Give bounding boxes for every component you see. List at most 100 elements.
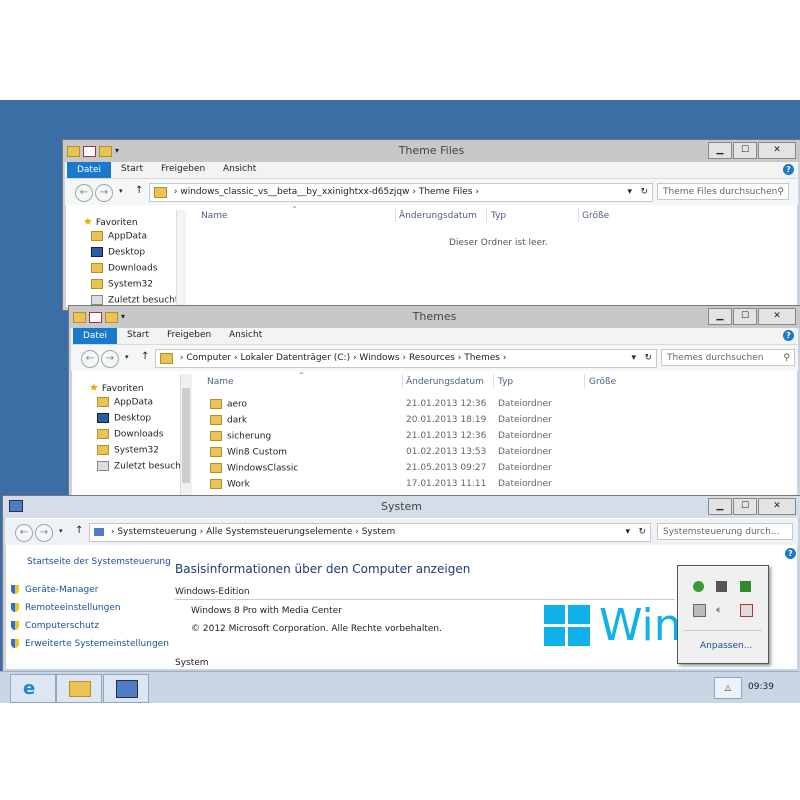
column-header-type[interactable]: Typ <box>498 377 513 387</box>
network-icon[interactable] <box>693 581 704 592</box>
maximize-button[interactable]: ☐ <box>733 308 757 325</box>
breadcrumb-item[interactable]: windows_classic_vs__beta__by_xxinightxx-… <box>180 187 409 197</box>
column-header-date[interactable]: Änderungsdatum <box>399 211 477 221</box>
column-header-date[interactable]: Änderungsdatum <box>406 377 484 387</box>
breadcrumb-item[interactable]: Resources <box>409 353 455 363</box>
table-row[interactable]: dark <box>210 415 247 426</box>
minimize-button[interactable]: ▁ <box>708 498 732 515</box>
clock[interactable]: 09:39 <box>748 682 774 692</box>
taskbar-button-file-explorer[interactable] <box>56 674 102 703</box>
column-header-type[interactable]: Typ <box>491 211 506 221</box>
table-row[interactable]: Win8 Custom <box>210 447 287 458</box>
nav-item-system32[interactable]: System32 <box>91 279 153 290</box>
breadcrumb-item[interactable]: Themes <box>464 353 500 363</box>
nav-item-recent[interactable]: Zuletzt besucht <box>91 295 178 306</box>
nav-item-appdata[interactable]: AppData <box>97 397 153 408</box>
system-protection-link[interactable]: Computerschutz <box>11 621 99 631</box>
breadcrumb-item[interactable]: Systemsteuerung <box>117 527 196 537</box>
forward-button[interactable]: → <box>35 524 53 542</box>
action-center-icon[interactable] <box>740 604 753 617</box>
title-bar[interactable]: System ▁ ☐ ✕ <box>3 496 800 518</box>
tab-start[interactable]: Start <box>127 330 149 340</box>
address-bar[interactable]: › Systemsteuerung › Alle Systemsteuerung… <box>89 523 651 542</box>
help-icon[interactable]: ? <box>785 548 796 559</box>
display-icon[interactable] <box>693 604 706 617</box>
address-dropdown-icon[interactable]: ▾ <box>627 184 632 201</box>
table-row[interactable]: aero <box>210 399 247 410</box>
nav-item-desktop[interactable]: Desktop <box>91 247 145 258</box>
recent-locations-icon[interactable]: ▾ <box>59 527 63 535</box>
remote-settings-link[interactable]: Remoteeinstellungen <box>11 603 121 613</box>
close-button[interactable]: ✕ <box>758 498 796 515</box>
column-header-size[interactable]: Größe <box>582 211 609 221</box>
forward-button[interactable]: → <box>95 184 113 202</box>
update-icon[interactable] <box>740 581 751 592</box>
column-divider[interactable] <box>486 208 487 222</box>
tab-view[interactable]: Ansicht <box>229 330 262 340</box>
column-header-name[interactable]: Name <box>207 377 234 387</box>
taskbar-button-internet-explorer[interactable]: e <box>10 674 56 703</box>
column-divider[interactable] <box>578 208 579 222</box>
nav-item-system32[interactable]: System32 <box>97 445 159 456</box>
forward-button[interactable]: → <box>101 350 119 368</box>
refresh-icon[interactable]: ↻ <box>644 350 652 367</box>
column-header-name[interactable]: Name <box>201 211 228 221</box>
recent-locations-icon[interactable]: ▾ <box>125 353 129 361</box>
breadcrumb-item[interactable]: Computer <box>186 353 231 363</box>
tab-file[interactable]: Datei <box>73 328 117 344</box>
address-bar[interactable]: › windows_classic_vs__beta__by_xxinightx… <box>149 183 653 202</box>
help-icon[interactable]: ? <box>783 330 794 341</box>
column-divider[interactable] <box>395 208 396 222</box>
show-hidden-icons-button[interactable]: △ <box>714 677 742 699</box>
device-manager-link[interactable]: Geräte-Manager <box>11 585 99 595</box>
close-button[interactable]: ✕ <box>758 142 796 159</box>
back-button[interactable]: ← <box>81 350 99 368</box>
back-button[interactable]: ← <box>75 184 93 202</box>
customize-link[interactable]: Anpassen... <box>700 641 752 651</box>
breadcrumb-item[interactable]: System <box>362 527 396 537</box>
search-input[interactable]: Themes durchsuchen ⚲ <box>661 349 795 366</box>
column-header-size[interactable]: Größe <box>589 377 616 387</box>
nav-item-recent[interactable]: Zuletzt besucht <box>97 461 181 472</box>
refresh-icon[interactable]: ↻ <box>640 184 648 201</box>
recent-locations-icon[interactable]: ▾ <box>119 187 123 195</box>
refresh-icon[interactable]: ↻ <box>638 524 646 541</box>
nav-favorites[interactable]: ★ Favoriten <box>83 215 138 228</box>
nav-item-appdata[interactable]: AppData <box>91 231 147 242</box>
column-divider[interactable] <box>584 374 585 388</box>
nav-scrollbar[interactable] <box>176 210 186 308</box>
scrollbar-thumb[interactable] <box>182 388 190 483</box>
table-row[interactable]: sicherung <box>210 431 271 442</box>
breadcrumb-item[interactable]: Theme Files <box>419 187 473 197</box>
tab-file[interactable]: Datei <box>67 162 111 178</box>
address-dropdown-icon[interactable]: ▾ <box>631 350 636 367</box>
table-row[interactable]: Work <box>210 479 250 490</box>
back-button[interactable]: ← <box>15 524 33 542</box>
control-panel-home-link[interactable]: Startseite der Systemsteuerung <box>27 557 171 567</box>
breadcrumb-item[interactable]: Alle Systemsteuerungselemente <box>206 527 352 537</box>
address-dropdown-icon[interactable]: ▾ <box>625 524 630 541</box>
breadcrumb-item[interactable]: Windows <box>359 353 399 363</box>
tab-share[interactable]: Freigeben <box>161 164 205 174</box>
nav-item-downloads[interactable]: Downloads <box>97 429 163 440</box>
search-input[interactable]: Systemsteuerung durch... <box>657 523 793 540</box>
taskbar-button-control-panel[interactable] <box>103 674 149 703</box>
table-row[interactable]: WindowsClassic <box>210 463 298 474</box>
column-divider[interactable] <box>493 374 494 388</box>
maximize-button[interactable]: ☐ <box>733 142 757 159</box>
address-bar[interactable]: › Computer › Lokaler Datenträger (C:) › … <box>155 349 657 368</box>
vm-tools-icon[interactable] <box>716 581 727 592</box>
up-arrow-icon[interactable]: ↑ <box>141 351 149 362</box>
nav-item-desktop[interactable]: Desktop <box>97 413 151 424</box>
tab-start[interactable]: Start <box>121 164 143 174</box>
minimize-button[interactable]: ▁ <box>708 308 732 325</box>
volume-icon[interactable]: 🔈︎ <box>716 603 723 617</box>
up-arrow-icon[interactable]: ↑ <box>135 185 143 196</box>
nav-favorites[interactable]: ★ Favoriten <box>89 381 144 394</box>
column-divider[interactable] <box>402 374 403 388</box>
up-arrow-icon[interactable]: ↑ <box>75 525 83 536</box>
nav-scrollbar[interactable] <box>180 374 192 496</box>
title-bar[interactable]: ▾ Themes ▁ ☐ ✕ <box>69 306 800 328</box>
minimize-button[interactable]: ▁ <box>708 142 732 159</box>
nav-item-downloads[interactable]: Downloads <box>91 263 157 274</box>
